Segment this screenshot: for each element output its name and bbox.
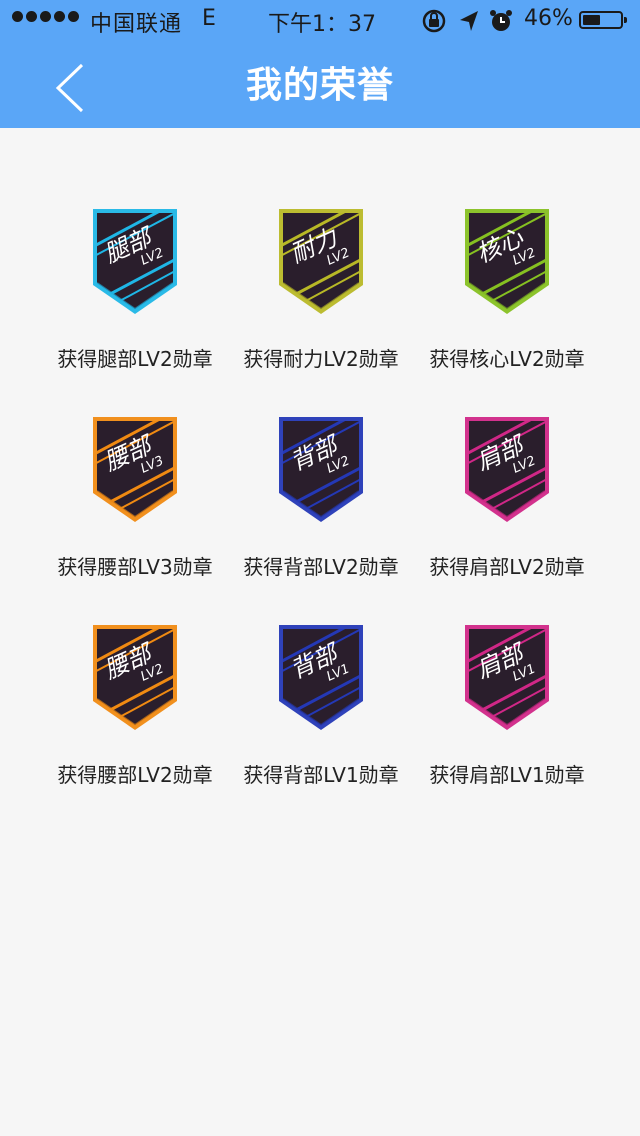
status-bar: 中国联通 E 下午1：37 46% xyxy=(0,0,640,40)
medal-shield-icon: 肩部LV2 xyxy=(465,417,549,522)
medal-shield-icon: 腰部LV3 xyxy=(93,417,177,522)
medal-label: 获得肩部LV2勋章 xyxy=(429,555,585,579)
medal-shield-icon: 耐力LV2 xyxy=(279,209,363,314)
medal-badge[interactable]: 腰部 LV3 xyxy=(75,413,195,528)
medal-shield-icon: 核心LV2 xyxy=(465,209,549,314)
medal-badge[interactable]: 肩部 LV2 xyxy=(447,413,567,528)
carrier-name: 中国联通 xyxy=(90,12,183,37)
medal-shield-icon: 背部LV1 xyxy=(279,625,363,730)
medal-label: 获得腰部LV3勋章 xyxy=(57,555,213,579)
medal-badge[interactable]: 腰部 LV2 xyxy=(75,621,195,736)
battery-percent: 46% xyxy=(524,6,573,31)
signal-strength-icon xyxy=(12,11,79,22)
medal-label: 获得核心LV2勋章 xyxy=(429,347,585,371)
medal-badge[interactable]: 耐力 LV2 xyxy=(261,205,381,320)
medal-label: 获得耐力LV2勋章 xyxy=(243,347,399,371)
rotation-lock-icon xyxy=(422,9,446,33)
medal-label: 获得肩部LV1勋章 xyxy=(429,763,585,787)
medal-shield-icon: 肩部LV1 xyxy=(465,625,549,730)
medal-shield-icon: 腿部LV2 xyxy=(93,209,177,314)
status-time: 下午1：37 xyxy=(268,12,376,37)
medal-badge[interactable]: 背部 LV2 xyxy=(261,413,381,528)
network-type: E xyxy=(202,6,216,31)
medal-label: 获得腰部LV2勋章 xyxy=(57,763,213,787)
page-title: 我的荣誉 xyxy=(245,65,394,106)
medal-shield-icon: 腰部LV2 xyxy=(93,625,177,730)
medal-badge[interactable]: 肩部 LV1 xyxy=(447,621,567,736)
medal-label: 获得背部LV1勋章 xyxy=(243,763,399,787)
nav-header: 中国联通 E 下午1：37 46% 我的荣誉 xyxy=(0,0,640,128)
medal-badge[interactable]: 腿部 LV2 xyxy=(75,205,195,320)
medal-badge[interactable]: 核心 LV2 xyxy=(447,205,567,320)
alarm-clock-icon xyxy=(490,10,512,31)
medal-label: 获得腿部LV2勋章 xyxy=(57,347,213,371)
medal-badge[interactable]: 背部 LV1 xyxy=(261,621,381,736)
battery-icon xyxy=(579,11,627,29)
location-arrow-icon xyxy=(460,11,478,31)
medal-label: 获得背部LV2勋章 xyxy=(243,555,399,579)
medal-shield-icon: 背部LV2 xyxy=(279,417,363,522)
